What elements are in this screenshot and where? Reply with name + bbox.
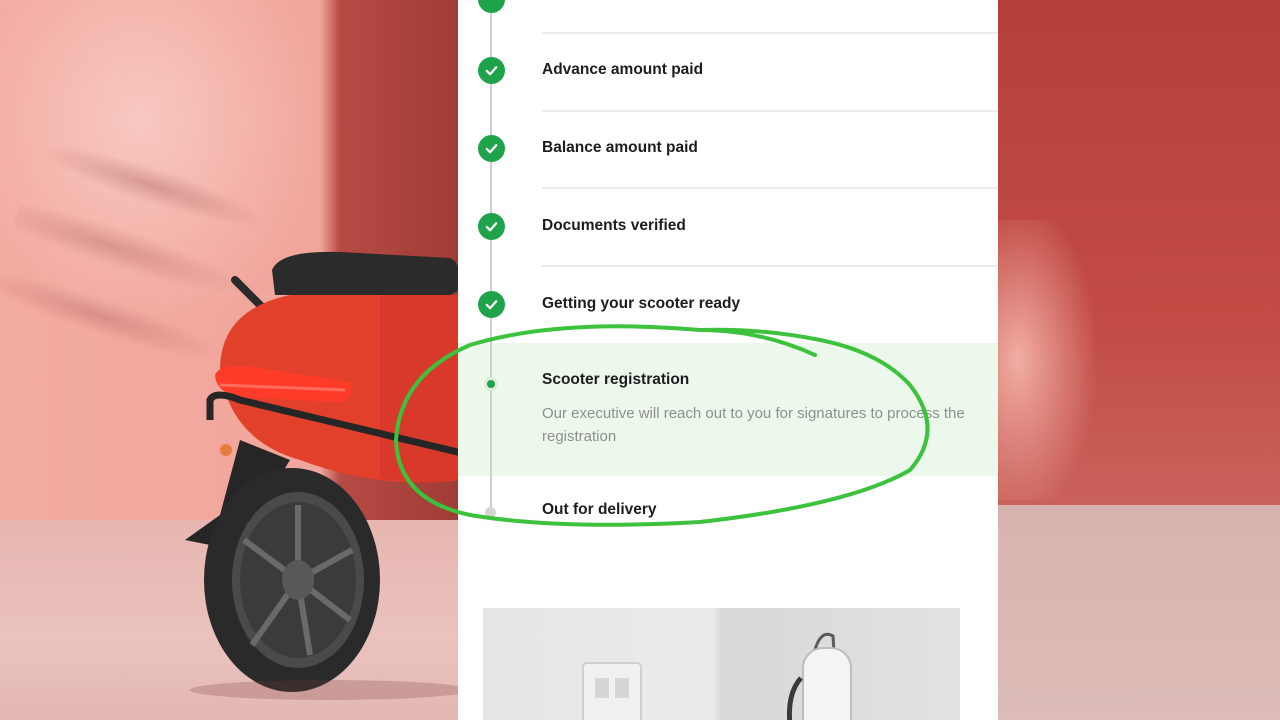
order-tracker-screen: Advance amount paid Balance amount paid … [458,0,998,720]
charger-illustration [582,632,852,720]
promo-image [483,608,960,720]
background-light-patch [998,220,1098,500]
step-balance-amount-paid: Balance amount paid [458,135,998,165]
step-label: Balance amount paid [542,139,698,156]
step-divider [542,32,998,34]
scooter-image [185,251,470,700]
step-divider [542,110,998,112]
step-divider [542,187,998,189]
video-frame: Advance amount paid Balance amount paid … [0,0,1280,720]
step-getting-scooter-ready: Getting your scooter ready [458,291,998,321]
check-circle-icon [478,291,505,318]
check-circle-icon [478,57,505,84]
check-circle-icon [478,213,505,240]
step-label: Advance amount paid [542,61,704,78]
step-label-out-for-delivery: Out for delivery [542,501,657,518]
check-circle-icon [478,135,505,162]
step-label: Getting your scooter ready [542,295,741,312]
step-documents-verified: Documents verified [458,213,998,243]
step-label-scooter-registration: Scooter registration [542,371,690,388]
step-description: Our executive will reach out to you for … [542,405,965,445]
step-divider [542,265,998,267]
pending-dot-icon [485,507,496,518]
step-label: Documents verified [542,217,686,234]
active-dot-icon [484,377,498,391]
check-circle-icon [478,0,505,13]
step-advance-amount-paid: Advance amount paid [458,57,998,87]
background-floor-right [998,505,1280,720]
